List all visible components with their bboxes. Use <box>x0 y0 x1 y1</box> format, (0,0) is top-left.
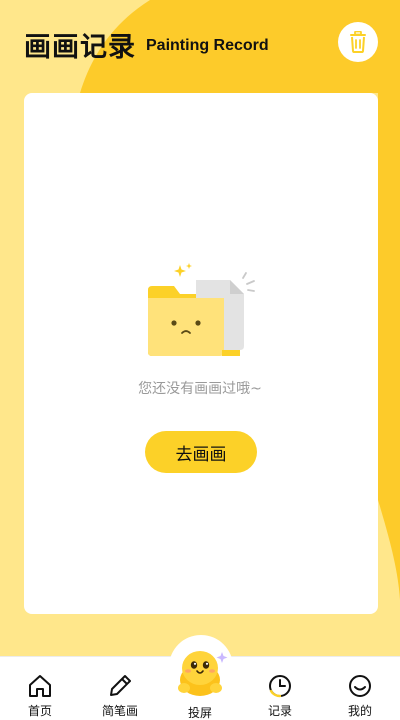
tab-mine[interactable]: 我的 <box>320 657 400 720</box>
pencil-icon <box>110 675 131 696</box>
page-title: 画画记录 <box>24 31 136 63</box>
tab-sketch-label: 简笔画 <box>101 704 138 718</box>
go-draw-button[interactable]: 去画画 <box>145 431 257 473</box>
mascot-icon[interactable] <box>172 640 232 700</box>
clock-icon <box>269 675 291 698</box>
tab-sketch[interactable]: 简笔画 <box>80 657 160 720</box>
tab-record[interactable]: 记录 <box>240 657 320 720</box>
empty-folder-icon <box>148 263 255 356</box>
delete-button[interactable] <box>338 22 378 62</box>
empty-message: 您还没有画画过哦~ <box>138 381 262 397</box>
tab-home-label: 首页 <box>27 704 52 718</box>
header: 画画记录 Painting Record <box>24 26 269 63</box>
smile-icon <box>349 675 371 697</box>
tab-record-label: 记录 <box>267 704 292 718</box>
home-icon <box>29 675 51 697</box>
tab-home[interactable]: 首页 <box>0 657 80 720</box>
page-subtitle: Painting Record <box>146 37 269 54</box>
tab-mine-label: 我的 <box>347 704 372 718</box>
tab-cast-label: 投屏 <box>187 706 212 720</box>
trash-icon <box>350 31 366 53</box>
